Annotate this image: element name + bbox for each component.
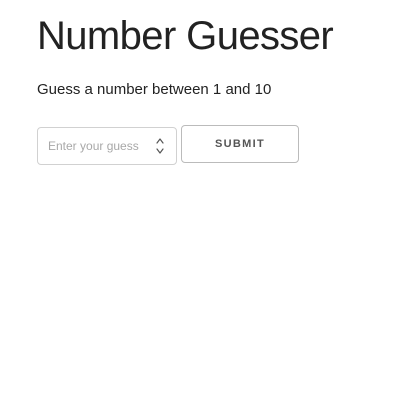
page-title: Number Guesser <box>37 14 334 58</box>
page: Number Guesser Guess a number between 1 … <box>0 0 400 400</box>
guess-form: SUBMIT <box>37 125 299 165</box>
guess-input[interactable] <box>38 128 148 164</box>
chevron-down-icon[interactable] <box>155 147 165 155</box>
guess-number-field <box>37 127 177 165</box>
guess-instructions: Guess a number between 1 and 10 <box>37 81 272 98</box>
submit-button[interactable]: SUBMIT <box>181 125 299 163</box>
number-spinner[interactable] <box>155 137 165 155</box>
chevron-up-icon[interactable] <box>155 137 165 145</box>
